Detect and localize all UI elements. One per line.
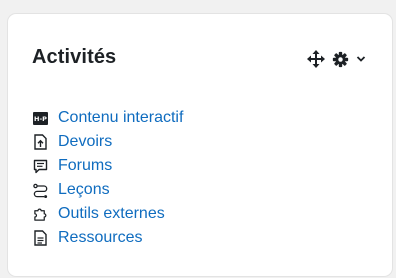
list-item[interactable]: H-P Contenu interactif	[33, 106, 183, 130]
activity-list: H-P Contenu interactif Devoirs Forums Le…	[33, 106, 183, 250]
resource-icon	[33, 230, 48, 246]
h5p-icon: H-P	[33, 110, 48, 126]
list-item[interactable]: Forums	[33, 154, 183, 178]
list-item[interactable]: Ressources	[33, 226, 183, 250]
assignment-icon	[33, 134, 48, 150]
activity-link-lessons[interactable]: Leçons	[58, 181, 110, 199]
activity-link-forums[interactable]: Forums	[58, 157, 112, 175]
list-item[interactable]: Outils externes	[33, 202, 183, 226]
activity-link-external-tools[interactable]: Outils externes	[58, 205, 165, 223]
list-item[interactable]: Leçons	[33, 178, 183, 202]
list-item[interactable]: Devoirs	[33, 130, 183, 154]
svg-text:H-P: H-P	[34, 115, 47, 123]
gear-icon[interactable]	[332, 51, 349, 68]
move-icon[interactable]	[307, 50, 325, 68]
activity-link-assignments[interactable]: Devoirs	[58, 133, 112, 151]
block-title: Activités	[32, 46, 117, 68]
lesson-icon	[33, 182, 48, 198]
activity-link-interactive-content[interactable]: Contenu interactif	[58, 109, 183, 127]
block-controls	[307, 48, 366, 70]
puzzle-icon	[33, 206, 48, 222]
activities-block: Activités H-P Contenu interactif Devoirs…	[8, 14, 392, 276]
forum-icon	[33, 158, 48, 174]
activity-link-resources[interactable]: Ressources	[58, 229, 142, 247]
chevron-down-icon[interactable]	[356, 54, 366, 64]
